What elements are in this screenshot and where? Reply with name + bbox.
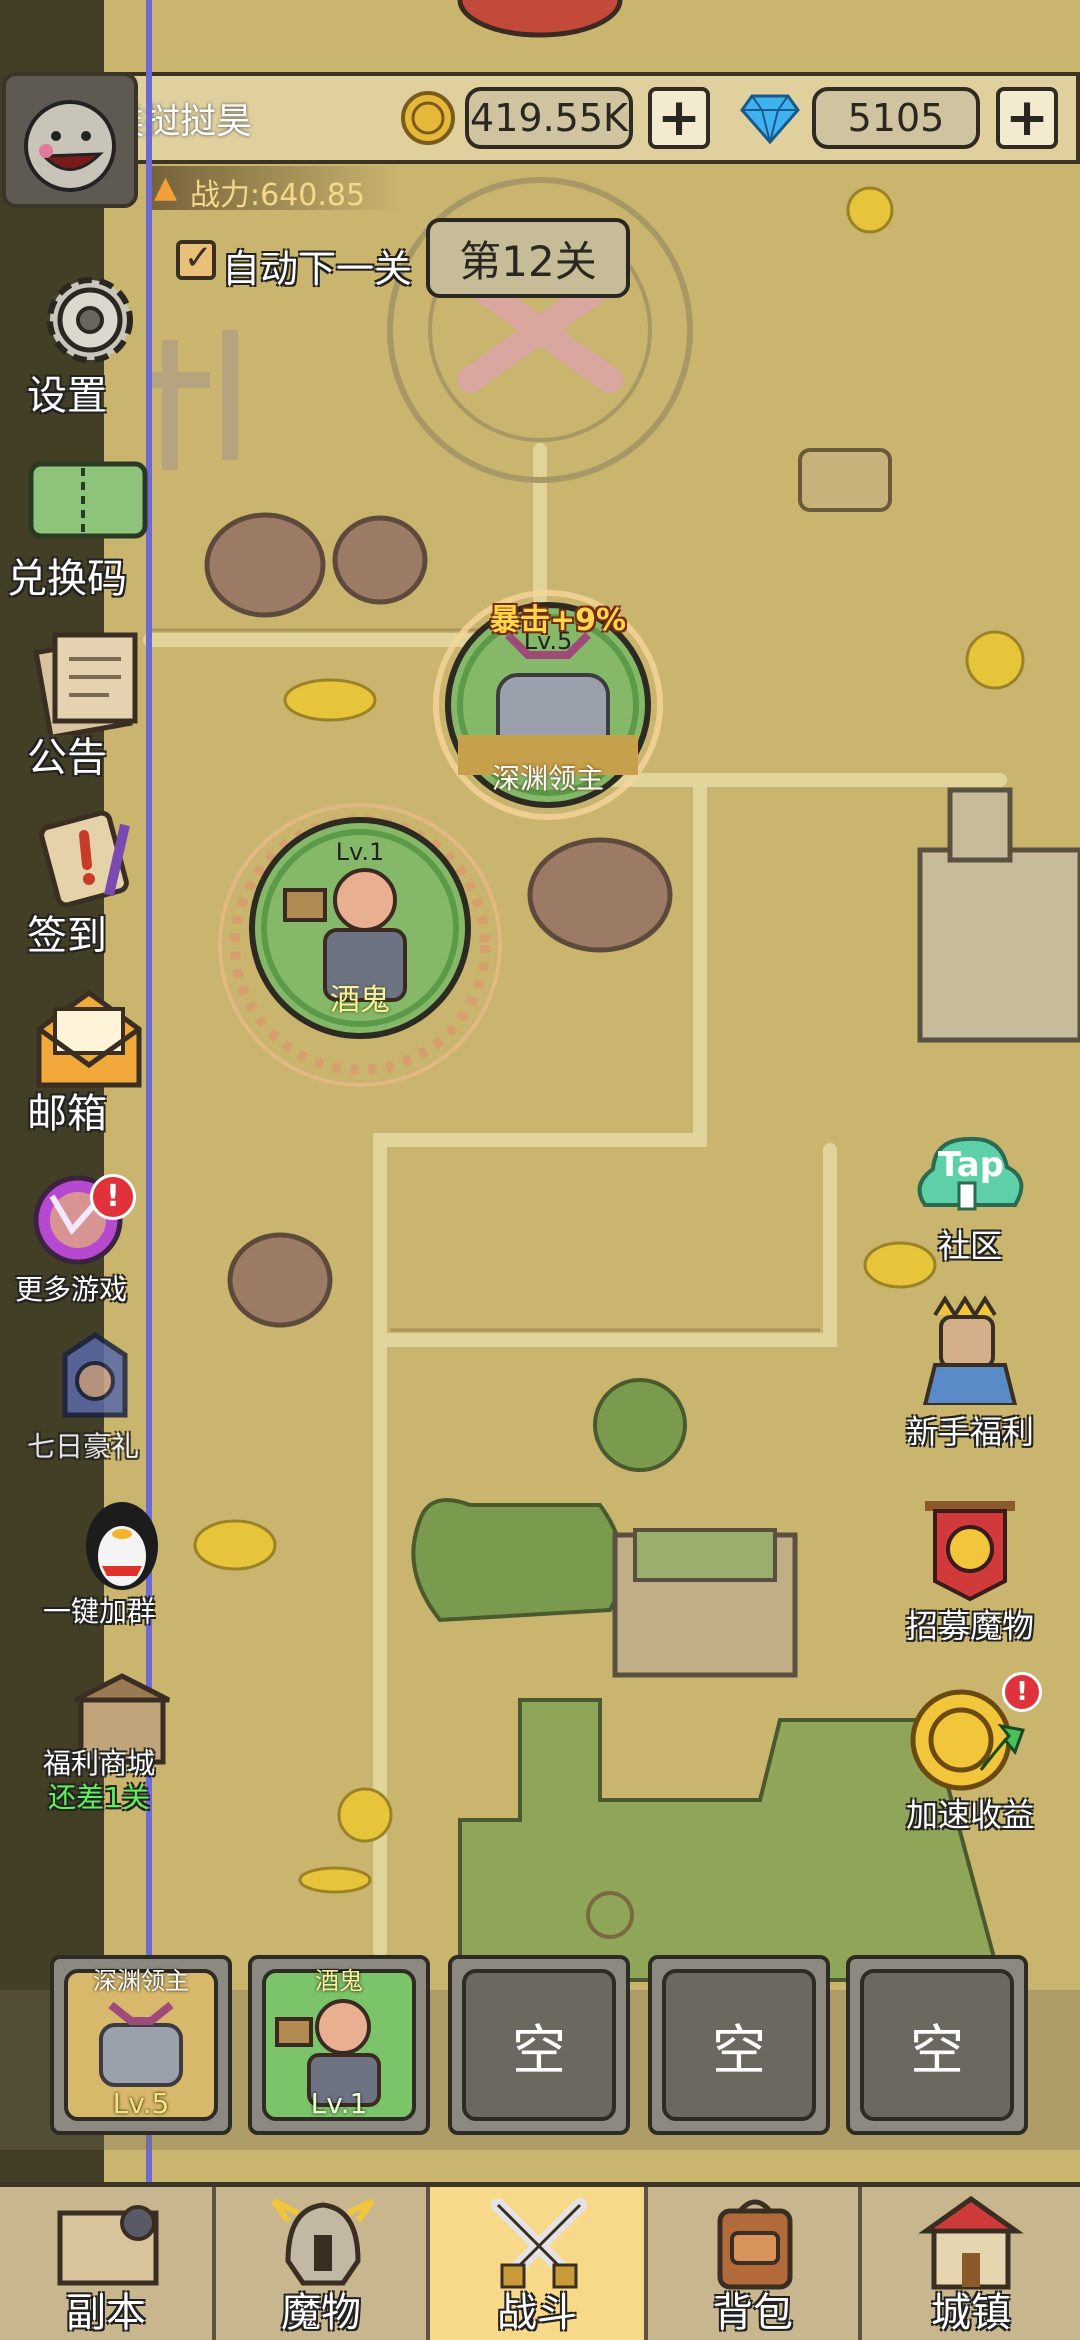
tap-text: Tap bbox=[938, 1145, 1005, 1185]
scroll-icon bbox=[39, 810, 130, 908]
redeem-code-label: 兑换码 bbox=[7, 556, 127, 602]
gold-coin-icon bbox=[400, 90, 456, 146]
settings-button[interactable]: 设置 bbox=[0, 265, 160, 419]
empty-slot-label: 空 bbox=[860, 1969, 1014, 2121]
team-slot-2[interactable]: 酒鬼 Lv.1 bbox=[248, 1955, 430, 2135]
monster-helmet-icon bbox=[271, 2198, 375, 2286]
newbie-benefits-label: 新手福利 bbox=[905, 1413, 1034, 1451]
gold-amount: 419.55K bbox=[465, 87, 633, 149]
mailbox-label: 邮箱 bbox=[27, 1091, 107, 1137]
notice-paper-icon bbox=[33, 632, 138, 741]
checkmark-icon: ✓ bbox=[184, 238, 213, 278]
mailbox-button[interactable]: 邮箱 bbox=[0, 985, 160, 1137]
backpack-icon bbox=[717, 2199, 793, 2290]
seven-day-gift-button[interactable]: 七日豪礼 bbox=[8, 1325, 178, 1465]
map-icon bbox=[57, 2205, 159, 2286]
team-slot-1[interactable]: 深渊领主 Lv.5 bbox=[50, 1955, 232, 2135]
welfare-shop-sublabel: 还差1关 bbox=[48, 1781, 150, 1814]
recruit-monster-button[interactable]: 招募魔物 bbox=[890, 1495, 1050, 1655]
unit-name: 酒鬼 bbox=[330, 983, 390, 1018]
join-group-button[interactable]: 一键加群 bbox=[22, 1490, 192, 1630]
more-games-icon bbox=[33, 1175, 123, 1265]
gear-icon bbox=[47, 277, 133, 363]
community-button[interactable]: Tap 社区 bbox=[890, 1125, 1050, 1265]
more-games-label: 更多游戏 bbox=[14, 1273, 127, 1306]
gem-amount: 5105 bbox=[812, 87, 980, 149]
tab-dungeon[interactable]: 副本 bbox=[0, 2187, 216, 2340]
team-slot-name: 酒鬼 bbox=[315, 1967, 363, 1995]
stage-label[interactable]: 第12关 bbox=[426, 218, 630, 298]
tab-town-label: 城镇 bbox=[931, 2290, 1011, 2336]
auto-next-label: 自动下一关 bbox=[222, 247, 413, 291]
auto-next-checkbox[interactable]: ✓ bbox=[176, 238, 216, 280]
empty-slot-label: 空 bbox=[462, 1969, 616, 2121]
tab-battle-label: 战斗 bbox=[497, 2290, 577, 2336]
combat-power-bar: ▲ 战力:640.85 bbox=[150, 166, 400, 213]
seven-day-gift-icon bbox=[62, 1331, 128, 1418]
more-games-button[interactable]: ! 更多游戏 bbox=[0, 1160, 160, 1310]
community-label: 社区 bbox=[937, 1227, 1002, 1265]
recruit-monster-label: 招募魔物 bbox=[905, 1607, 1034, 1645]
announcement-button[interactable]: 公告 bbox=[0, 625, 160, 781]
tab-battle[interactable]: 战斗 bbox=[430, 2187, 648, 2340]
diamond-icon bbox=[740, 92, 800, 145]
recruit-banner-icon bbox=[925, 1501, 1015, 1602]
settings-label: 设置 bbox=[27, 373, 107, 419]
speed-earnings-badge: ! bbox=[1002, 1672, 1042, 1712]
empty-slot-label: 空 bbox=[662, 1969, 816, 2121]
team-slot-3[interactable]: 空 bbox=[448, 1955, 630, 2135]
seven-day-gift-label: 七日豪礼 bbox=[26, 1430, 139, 1463]
flame-icon: ▲ bbox=[154, 170, 178, 205]
team-slot-5[interactable]: 空 bbox=[846, 1955, 1028, 2135]
penguin-icon bbox=[86, 1502, 158, 1590]
add-gold-button[interactable]: + bbox=[648, 87, 710, 149]
check-in-button[interactable]: 签到 bbox=[0, 805, 160, 959]
bottom-navigation: 副本 魔物 战斗 背包 城镇 bbox=[0, 2182, 1080, 2340]
top-resource-bar: 彂挝挝昊 419.55K + 5105 + bbox=[100, 72, 1080, 164]
hero-gift-icon bbox=[922, 1295, 1018, 1405]
tab-backpack[interactable]: 背包 bbox=[648, 2187, 862, 2340]
add-gems-button[interactable]: + bbox=[996, 87, 1058, 149]
team-slot-level: Lv.1 bbox=[310, 2087, 368, 2120]
unit-name: 深渊领主 bbox=[491, 762, 604, 795]
avatar-face-icon bbox=[24, 100, 116, 192]
crit-bonus-label: 暴击+9% bbox=[489, 603, 627, 638]
team-slot-4[interactable]: 空 bbox=[648, 1955, 830, 2135]
newbie-benefits-button[interactable]: 新手福利 bbox=[890, 1295, 1050, 1455]
tab-monsters[interactable]: 魔物 bbox=[216, 2187, 430, 2340]
join-group-label: 一键加群 bbox=[42, 1595, 155, 1628]
welfare-shop-button[interactable]: 福利商城 还差1关 bbox=[22, 1670, 192, 1820]
crossed-swords-icon bbox=[491, 2198, 587, 2289]
speed-earnings-button[interactable]: ! 加速收益 bbox=[890, 1670, 1050, 1840]
ticket-icon bbox=[28, 461, 148, 539]
player-avatar[interactable] bbox=[2, 72, 138, 208]
team-slot-name: 深渊领主 bbox=[93, 1967, 189, 1995]
unit-drunkard[interactable]: Lv.1 酒鬼 bbox=[215, 800, 505, 1090]
tab-monsters-label: 魔物 bbox=[281, 2290, 361, 2336]
tab-backpack-label: 背包 bbox=[713, 2290, 793, 2336]
redeem-code-button[interactable]: 兑换码 bbox=[0, 450, 160, 602]
more-games-badge: ! bbox=[90, 1174, 136, 1220]
combat-power-label: 战力:640.85 bbox=[190, 178, 366, 213]
team-slot-level: Lv.5 bbox=[112, 2087, 170, 2120]
tab-town[interactable]: 城镇 bbox=[862, 2187, 1080, 2340]
announcement-label: 公告 bbox=[27, 735, 107, 781]
speed-earnings-label: 加速收益 bbox=[905, 1796, 1034, 1834]
unit-abyss-lord[interactable]: 深渊领主 Lv.5 暴击+9% bbox=[428, 585, 668, 825]
unit-level: Lv.1 bbox=[335, 838, 385, 866]
tab-dungeon-label: 副本 bbox=[66, 2290, 146, 2336]
mail-icon bbox=[36, 989, 142, 1088]
check-in-label: 签到 bbox=[27, 913, 107, 959]
town-icon bbox=[918, 2195, 1024, 2290]
